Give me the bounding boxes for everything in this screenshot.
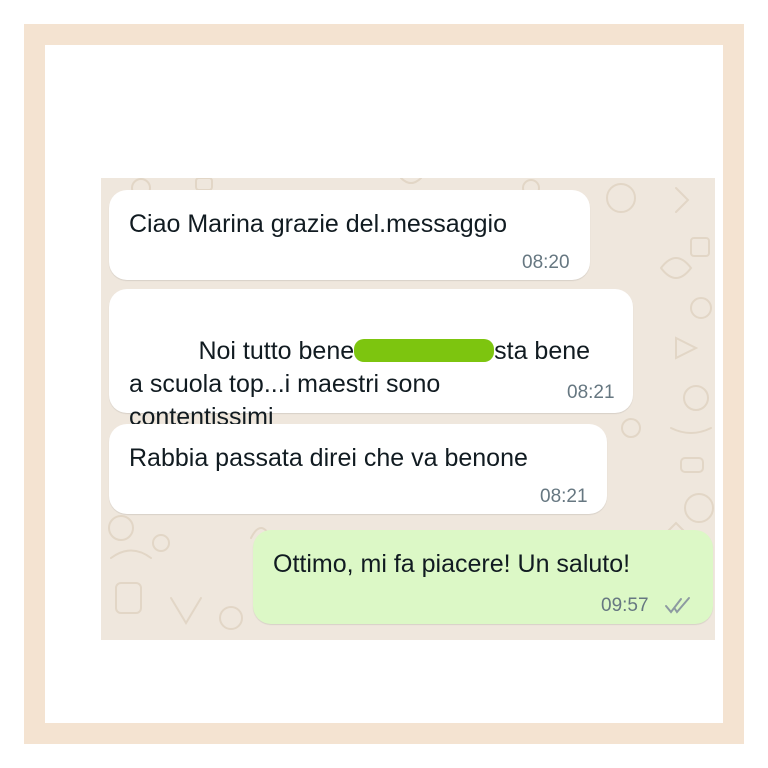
message-time: 08:20 [522, 252, 570, 273]
message-text: Rabbia passata direi che va benone [129, 444, 528, 472]
message-time: 08:21 [567, 382, 615, 403]
message-text: Ciao Marina grazie del.messaggio [129, 210, 507, 238]
double-check-icon [665, 597, 690, 614]
incoming-message[interactable]: Noi tutto bene sta bene a scuola top...i m… [109, 289, 633, 431]
outgoing-message[interactable]: Ottimo, mi fa piacere! Un saluto! 09:57 [253, 530, 713, 624]
incoming-message[interactable]: Ciao Marina grazie del.messaggio 08:20 [109, 190, 590, 280]
message-time: 08:21 [540, 486, 588, 507]
chat-window[interactable]: Ciao Marina grazie del.messaggio 08:20 N… [101, 178, 715, 640]
message-text: a scuola top...i maestri sono [129, 370, 441, 398]
message-text: sta bene [494, 337, 591, 365]
incoming-message[interactable]: Rabbia passata direi che va benone 08:21 [109, 424, 607, 514]
outer-frame: Ciao Marina grazie del.messaggio 08:20 N… [24, 24, 744, 744]
redacted-name-mark [354, 339, 495, 362]
message-text: Ottimo, mi fa piacere! Un saluto! [273, 550, 631, 578]
message-text: Noi tutto bene [198, 337, 355, 365]
message-time: 09:57 [601, 595, 649, 616]
screenshot-card: Ciao Marina grazie del.messaggio 08:20 N… [45, 45, 723, 723]
